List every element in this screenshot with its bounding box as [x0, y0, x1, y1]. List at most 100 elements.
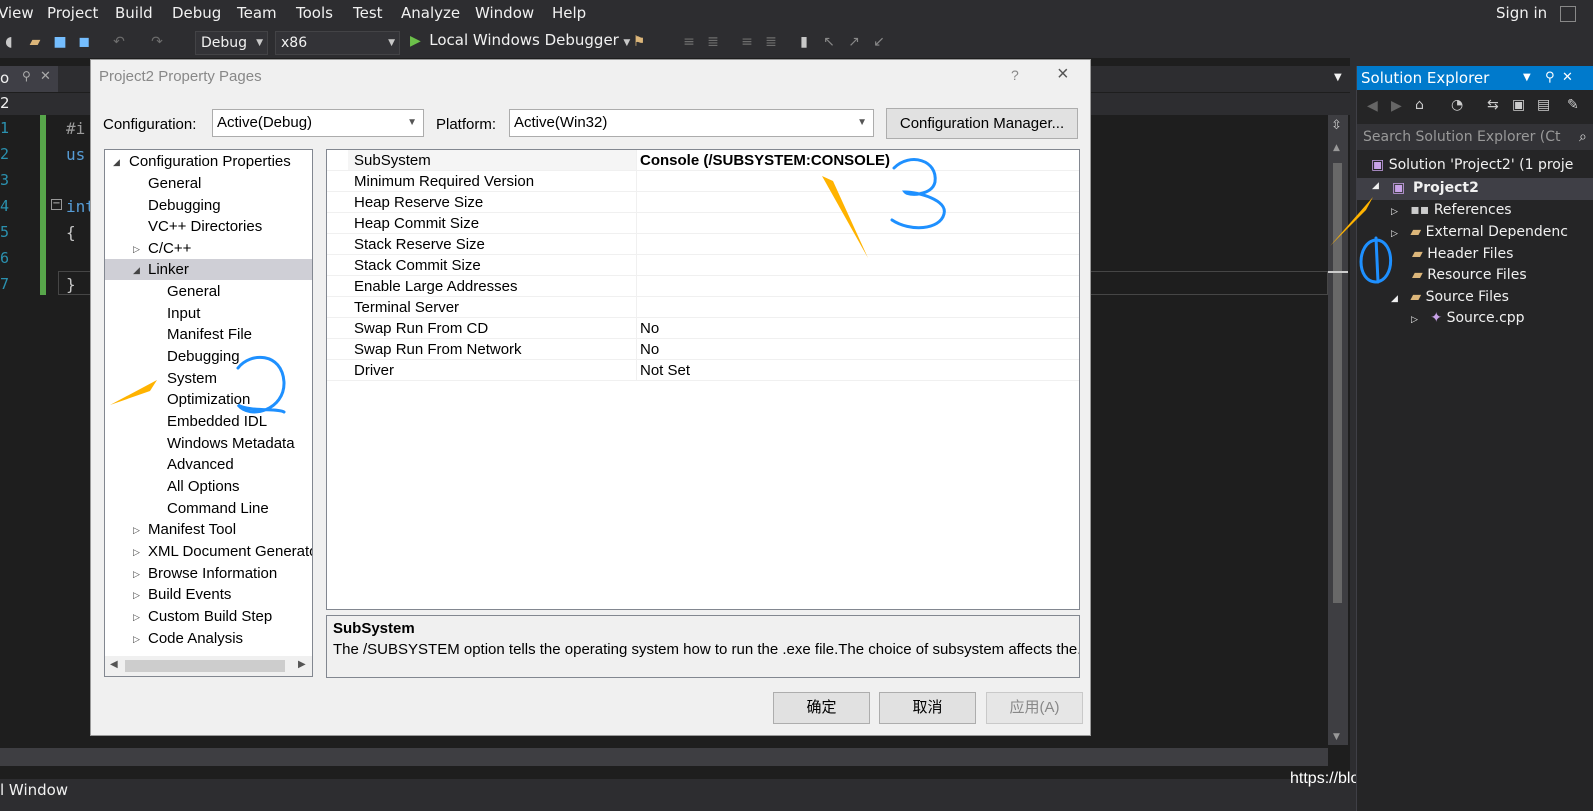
bookmark-icon[interactable]: ▮	[795, 33, 813, 51]
comment-icon[interactable]: ≡	[738, 33, 756, 51]
menu-debug[interactable]: Debug	[172, 4, 221, 22]
solution-explorer-header[interactable]: Solution Explorer ▼ ⚲ ✕	[1357, 66, 1593, 90]
solution-platform-dropdown[interactable]: x86 ▼	[275, 31, 400, 55]
tree-item-linker-general[interactable]: General	[105, 281, 312, 302]
property-row-enable-large-addresses[interactable]: Enable Large Addresses	[327, 276, 1079, 297]
tree-horizontal-scrollbar[interactable]: ◀ ▶	[105, 656, 312, 676]
pin-icon[interactable]: ⚲	[22, 69, 31, 83]
tree-item-code-analysis[interactable]: ▷ Code Analysis	[105, 628, 312, 649]
source-files-node[interactable]: ◢ ▰ Source Files	[1391, 289, 1509, 305]
editor-scrollbar[interactable]: ⇳ ▲ ▼	[1328, 115, 1348, 745]
feedback-icon[interactable]	[1560, 6, 1576, 22]
collapse-icon[interactable]: −	[51, 199, 62, 210]
tree-item-linker-input[interactable]: Input	[105, 303, 312, 324]
uncomment-icon[interactable]: ≣	[762, 33, 780, 51]
scrollbar-thumb[interactable]	[125, 660, 285, 672]
property-value[interactable]: No	[640, 320, 659, 337]
ok-button[interactable]: 确定	[773, 692, 870, 724]
project-node[interactable]: ◢ ▣ Project2	[1357, 178, 1593, 200]
project-nav-label[interactable]: 2	[0, 94, 10, 112]
solution-search-input[interactable]: Search Solution Explorer (Ct ⌕	[1357, 124, 1593, 150]
property-value[interactable]: Console (/SUBSYSTEM:CONSOLE)	[640, 152, 890, 169]
property-row-terminal-server[interactable]: Terminal Server	[327, 297, 1079, 318]
back-icon[interactable]: ◀	[1367, 98, 1378, 114]
property-grid[interactable]: SubSystem Console (/SUBSYSTEM:CONSOLE) M…	[326, 149, 1080, 610]
solution-node[interactable]: ▣ Solution 'Project2' (1 proje	[1371, 157, 1573, 173]
save-all-icon[interactable]: ◼	[75, 33, 93, 51]
sign-in-link[interactable]: Sign in	[1496, 4, 1547, 22]
clear-bookmarks-icon[interactable]: ↙	[870, 33, 888, 51]
tree-item-c-cpp[interactable]: ▷ C/C++	[105, 238, 312, 259]
tree-item-configuration-properties[interactable]: ◢ Configuration Properties	[105, 151, 312, 172]
sync-icon[interactable]: ⇆	[1487, 97, 1499, 113]
tree-item-optimization[interactable]: Optimization	[105, 389, 312, 410]
tree-item-xml-document-generator[interactable]: ▷ XML Document Generato	[105, 541, 312, 562]
tree-item-custom-build-step[interactable]: ▷ Custom Build Step	[105, 606, 312, 627]
tree-item-command-line[interactable]: Command Line	[105, 498, 312, 519]
platform-dropdown[interactable]: Active(Win32) ▼	[509, 109, 874, 137]
property-row-swap-run-from-network[interactable]: Swap Run From Network No	[327, 339, 1079, 360]
show-all-files-icon[interactable]: ▤	[1537, 97, 1550, 113]
menu-help[interactable]: Help	[552, 4, 586, 22]
apply-button[interactable]: 应用(A)	[986, 692, 1083, 724]
scroll-up-icon[interactable]: ▲	[1333, 143, 1340, 153]
open-folder-icon[interactable]: ▰	[26, 33, 44, 51]
property-row-stack-commit-size[interactable]: Stack Commit Size	[327, 255, 1079, 276]
property-row-heap-commit-size[interactable]: Heap Commit Size	[327, 213, 1079, 234]
tree-item-build-events[interactable]: ▷ Build Events	[105, 584, 312, 605]
close-button[interactable]: ×	[1057, 63, 1069, 86]
output-window-tab[interactable]: l Window	[0, 781, 68, 799]
forward-icon[interactable]: ▶	[1391, 98, 1402, 114]
close-icon[interactable]: ✕	[40, 69, 51, 84]
prev-bookmark-icon[interactable]: ↖	[820, 33, 838, 51]
find-in-files-icon[interactable]: ⚑	[630, 33, 648, 51]
property-tree[interactable]: ◢ Configuration Properties General Debug…	[104, 149, 313, 677]
undo-icon[interactable]: ↶	[110, 33, 128, 51]
references-node[interactable]: ▷ ▪▪ References	[1391, 202, 1512, 218]
property-row-heap-reserve-size[interactable]: Heap Reserve Size	[327, 192, 1079, 213]
properties-icon[interactable]: ✎	[1567, 97, 1579, 113]
header-files-node[interactable]: ▰ Header Files	[1412, 246, 1513, 262]
outdent-icon[interactable]: ≡	[680, 33, 698, 51]
tree-item-vc-directories[interactable]: VC++ Directories	[105, 216, 312, 237]
tree-item-system[interactable]: System	[105, 368, 312, 389]
document-tab[interactable]: o ⚲ ✕	[0, 66, 58, 92]
configuration-dropdown[interactable]: Active(Debug) ▼	[212, 109, 424, 137]
menu-project[interactable]: Project	[47, 4, 98, 22]
indent-icon[interactable]: ≣	[704, 33, 722, 51]
tree-item-embedded-idl[interactable]: Embedded IDL	[105, 411, 312, 432]
property-value[interactable]: No	[640, 341, 659, 358]
menu-window[interactable]: Window	[475, 4, 534, 22]
source-cpp-node[interactable]: ▷ ✦ Source.cpp	[1411, 310, 1525, 326]
start-debugging-button[interactable]: ▶ Local Windows Debugger ▼	[410, 31, 630, 55]
property-row-swap-run-from-cd[interactable]: Swap Run From CD No	[327, 318, 1079, 339]
history-icon[interactable]: ◔	[1451, 97, 1463, 113]
property-row-subsystem[interactable]: SubSystem Console (/SUBSYSTEM:CONSOLE)	[327, 150, 1079, 171]
property-row-minimum-required-version[interactable]: Minimum Required Version	[327, 171, 1079, 192]
property-row-driver[interactable]: Driver Not Set	[327, 360, 1079, 381]
tree-item-manifest-tool[interactable]: ▷ Manifest Tool	[105, 519, 312, 540]
solution-configuration-dropdown[interactable]: Debug ▼	[195, 31, 268, 55]
cancel-button[interactable]: 取消	[879, 692, 976, 724]
tree-item-linker[interactable]: ◢ Linker	[105, 259, 312, 280]
tree-item-windows-metadata[interactable]: Windows Metadata	[105, 433, 312, 454]
pin-icon[interactable]: ⚲	[1545, 66, 1555, 90]
tree-item-linker-debugging[interactable]: Debugging	[105, 346, 312, 367]
configuration-manager-button[interactable]: Configuration Manager...	[886, 108, 1078, 139]
close-icon[interactable]: ✕	[1562, 66, 1573, 90]
scroll-left-icon[interactable]: ◀	[110, 659, 118, 670]
menu-view[interactable]: View	[0, 4, 34, 22]
menu-build[interactable]: Build	[115, 4, 153, 22]
external-dependencies-node[interactable]: ▷ ▰ External Dependenc	[1391, 224, 1568, 240]
tree-item-advanced[interactable]: Advanced	[105, 454, 312, 475]
scroll-down-icon[interactable]: ▼	[1333, 732, 1340, 742]
resource-files-node[interactable]: ▰ Resource Files	[1412, 267, 1527, 283]
new-project-icon[interactable]: ◖	[0, 33, 18, 51]
collapse-all-icon[interactable]: ▣	[1512, 97, 1525, 113]
property-row-stack-reserve-size[interactable]: Stack Reserve Size	[327, 234, 1079, 255]
home-icon[interactable]: ⌂	[1415, 97, 1424, 113]
horizontal-scrollbar[interactable]	[0, 748, 1328, 766]
chevron-down-icon[interactable]: ▼	[1523, 66, 1531, 90]
menu-test[interactable]: Test	[353, 4, 383, 22]
tree-item-manifest-file[interactable]: Manifest File	[105, 324, 312, 345]
